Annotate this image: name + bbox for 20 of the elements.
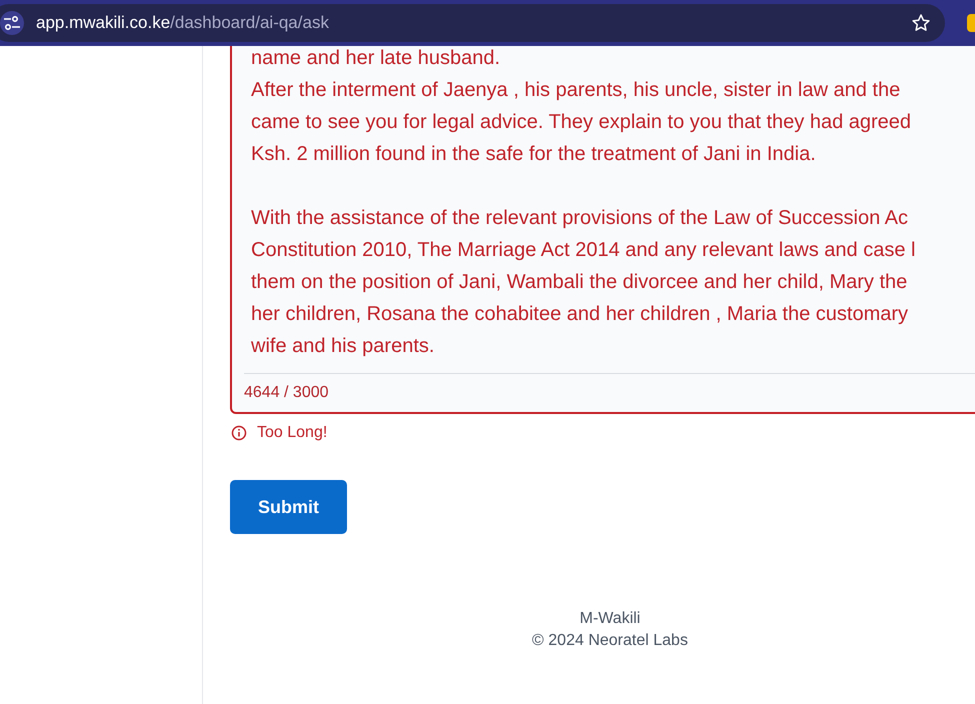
star-icon[interactable]: [911, 13, 931, 33]
error-message: Too Long!: [257, 424, 328, 442]
question-text-line: her children, Rosana the cohabitee and her children , Maria the customary: [251, 302, 910, 327]
question-text-line: name and her late husband.: [251, 46, 502, 71]
footer-brand: M-Wakili: [580, 610, 640, 628]
question-text-line: them on the position of Jani, Wambali the divorcee and her child, Mary the: [251, 270, 908, 295]
question-text-line: came to see you for legal advice. They explain to you that they had agreed: [251, 110, 912, 135]
submit-button[interactable]: Submit: [230, 480, 347, 534]
question-text-line: Constitution 2010, The Marriage Act 2014 and any relevant laws and case l: [251, 238, 916, 263]
question-text-line: Ksh. 2 million found in the safe for the treatment of Jani in India.: [251, 142, 817, 167]
url-text: app.mwakili.co.ke/dashboard/ai-qa/ask: [36, 13, 330, 33]
info-icon: [231, 425, 247, 441]
character-counter: 4644 / 3000: [244, 384, 330, 402]
address-bar[interactable]: app.mwakili.co.ke/dashboard/ai-qa/ask: [0, 4, 945, 42]
question-text-line: With the assistance of the relevant provisions of the Law of Succession Ac: [251, 206, 910, 231]
question-text-line: After the interment of Jaenya , his parents, his uncle, sister in law and the: [251, 78, 902, 103]
footer-copyright: © 2024 Neoratel Labs: [532, 632, 688, 650]
question-text-line: wife and his parents.: [251, 334, 436, 359]
question-textarea[interactable]: [230, 46, 975, 414]
site-settings-icon[interactable]: [0, 11, 24, 35]
